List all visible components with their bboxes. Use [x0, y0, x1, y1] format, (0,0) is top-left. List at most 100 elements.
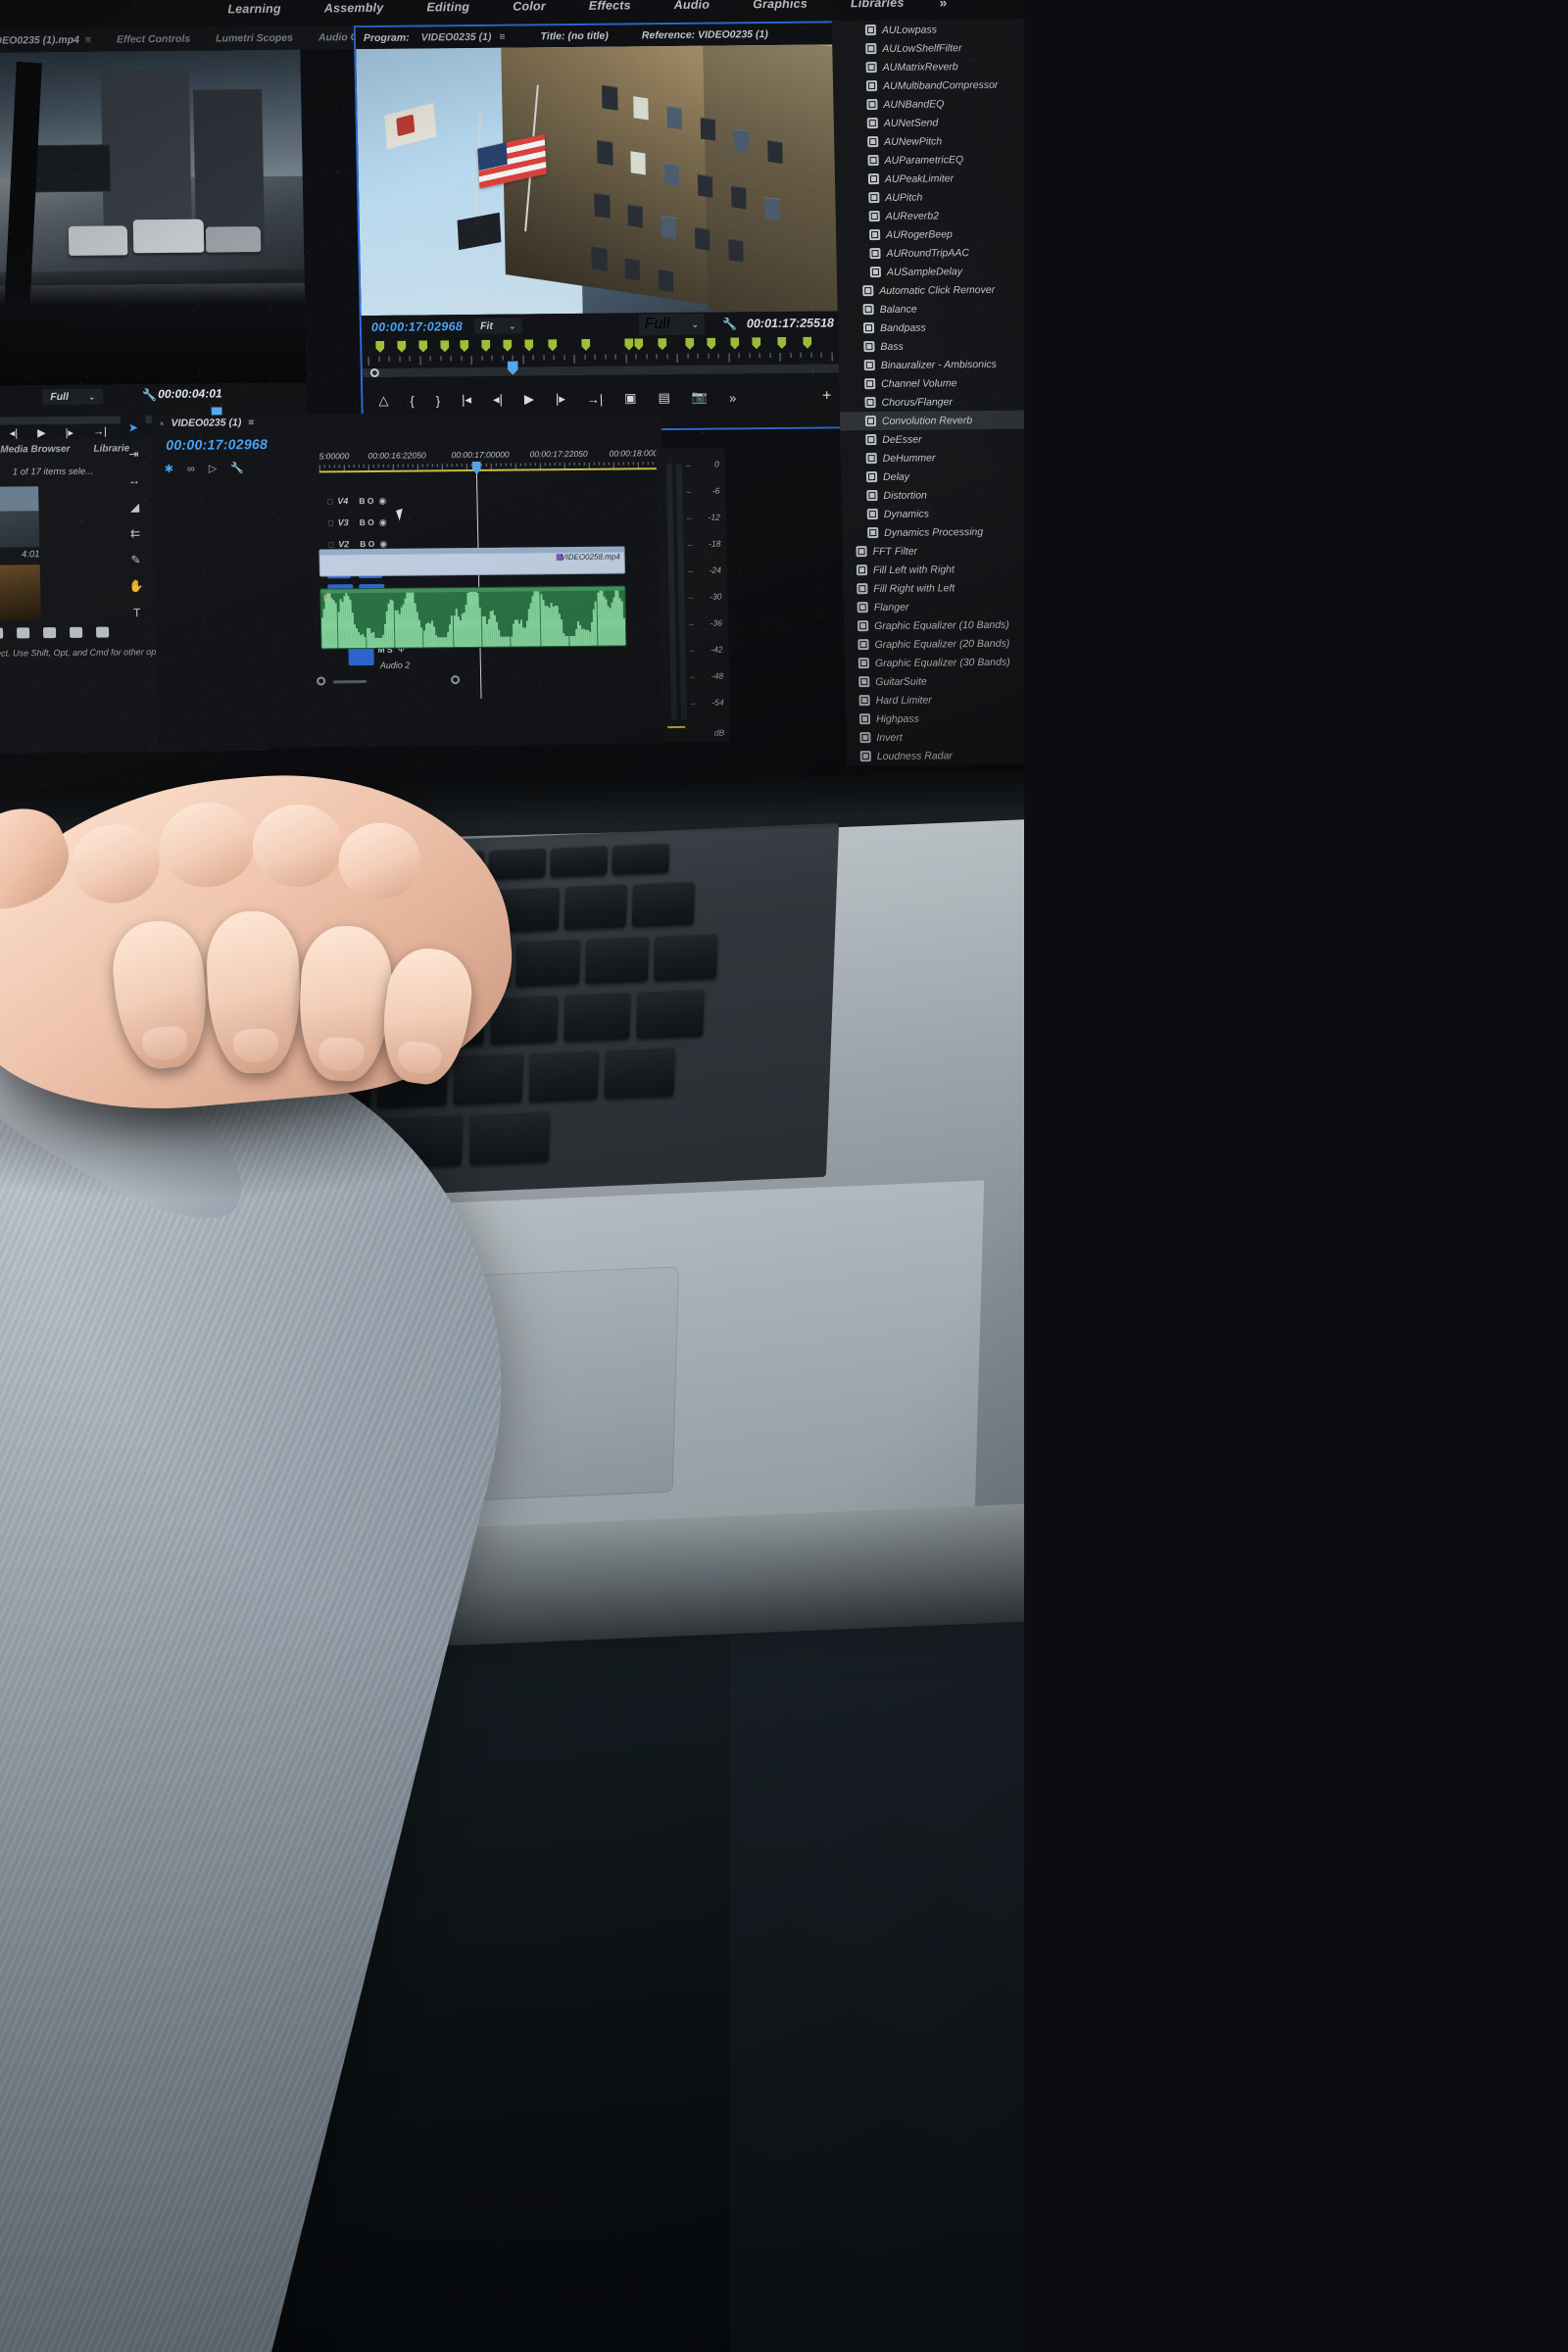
marker-icon[interactable] — [803, 337, 811, 349]
new-item-icon[interactable] — [69, 626, 83, 638]
button-editor-icon[interactable]: » — [729, 390, 737, 405]
effects-panel[interactable]: AULowpass AULowShelfFilter AUMatrixReverb A… — [831, 19, 1024, 766]
timeline-audio-clip[interactable] — [319, 585, 627, 650]
workspace-tab-graphics[interactable]: Graphics — [731, 0, 829, 11]
marker-icon[interactable] — [752, 337, 760, 349]
marker-icon[interactable]: ▷ — [209, 462, 218, 474]
timeline-zoom-bar[interactable] — [333, 680, 368, 684]
program-panel-menu-icon[interactable]: ≡ — [499, 31, 505, 43]
timeline-playhead-time[interactable]: 00:00:17:02968 — [166, 436, 268, 453]
effect-list-item[interactable]: Invert — [846, 726, 1024, 747]
workspace-overflow-icon[interactable]: » — [925, 0, 960, 11]
freeform-view-icon[interactable] — [0, 627, 4, 639]
timeline-panel[interactable]: × VIDEO0235 (1) ≡ 00:00:17:02968 ✱ ∞ ▷ 🔧… — [151, 411, 668, 750]
workspace-tab-editing[interactable]: Editing — [405, 0, 491, 15]
effect-list-item[interactable]: Flanger — [844, 596, 1024, 616]
program-quality-dropdown[interactable]: Full ⌄ — [638, 313, 706, 336]
effect-list-item[interactable]: Graphic Equalizer (10 Bands) — [844, 614, 1024, 635]
keyboard-key[interactable] — [653, 933, 718, 982]
effect-list-item[interactable]: Graphic Equalizer (30 Bands) — [845, 652, 1024, 672]
effect-list-item[interactable]: AURoundTripAAC — [836, 242, 1024, 263]
ripple-edit-tool[interactable]: ↔ — [122, 468, 147, 492]
step-forward-icon[interactable]: |▸ — [65, 426, 74, 439]
effect-list-item[interactable]: AUReverb2 — [836, 205, 1024, 225]
effect-list-item[interactable]: Dynamics Processing — [842, 521, 1024, 542]
effect-list-item[interactable]: Chorus/Flanger — [839, 391, 1024, 412]
effect-list-item[interactable]: Distortion — [841, 484, 1024, 505]
marker-icon[interactable] — [730, 337, 739, 349]
marker-icon[interactable] — [418, 340, 427, 352]
lift-icon[interactable]: ▣ — [624, 390, 637, 406]
track-toggles-v3[interactable]: B O — [360, 517, 374, 527]
program-fit-dropdown[interactable]: Fit ⌄ — [473, 318, 522, 334]
timeline-wrench-icon[interactable]: 🔧 — [230, 462, 244, 474]
marker-icon[interactable] — [460, 340, 468, 352]
effect-list-item[interactable]: Binauralizer - Ambisonics — [839, 354, 1024, 374]
effect-list-item[interactable]: AUSampleDelay — [837, 261, 1024, 281]
effect-list-item[interactable]: GuitarSuite — [845, 670, 1024, 691]
pen-tool[interactable]: ✎ — [122, 548, 148, 571]
marker-icon[interactable] — [397, 341, 406, 353]
project-thumbnail-2[interactable] — [0, 564, 41, 621]
plus-icon[interactable]: + — [822, 387, 832, 405]
timeline-zoom-handle-left[interactable] — [317, 676, 326, 686]
step-back-icon[interactable]: ◂| — [10, 426, 19, 439]
workspace-tab-libraries[interactable]: Libraries — [829, 0, 926, 10]
marker-icon[interactable] — [707, 338, 715, 350]
timeline-zoom-handle-right[interactable] — [451, 675, 461, 685]
lock-icon[interactable]: □ — [328, 518, 333, 527]
effect-list-item[interactable]: AUPitch — [835, 186, 1024, 207]
timeline-video-clip[interactable]: VIDEO0258.mp4 — [318, 546, 626, 577]
keyboard-key[interactable] — [631, 881, 695, 927]
keyboard-key[interactable] — [612, 843, 670, 875]
effect-list-item[interactable]: Graphic Equalizer (20 Bands) — [844, 633, 1024, 654]
effect-list-item[interactable]: Bass — [838, 335, 1024, 356]
marker-icon[interactable] — [777, 337, 786, 349]
effect-list-item[interactable]: AUNewPitch — [834, 130, 1024, 151]
track-toggles-v4[interactable]: B O — [359, 496, 373, 506]
workspace-tab-color[interactable]: Color — [491, 0, 567, 14]
effect-list-item[interactable]: Automatic Click Remover — [837, 279, 1024, 300]
marker-icon[interactable] — [503, 340, 512, 352]
panel-menu-icon[interactable]: ≡ — [85, 34, 91, 46]
keyboard-key[interactable] — [605, 1047, 675, 1100]
effect-list-item[interactable]: AULowShelfFilter — [832, 37, 1024, 58]
tab-lumetri-scopes[interactable]: Lumetri Scopes — [203, 32, 306, 45]
effect-list-item[interactable]: AUNetSend — [834, 112, 1024, 132]
effect-list-item[interactable]: DeHummer — [841, 447, 1024, 467]
audio-meters-panel[interactable]: 0 -6 -12 -18 -24 -30 -36 -42 -48 -54 dB — [656, 447, 731, 743]
effect-list-item[interactable]: Loudness Radar — [847, 745, 1024, 765]
timeline-tab[interactable]: × VIDEO0235 (1) ≡ — [160, 416, 255, 429]
workspace-tab-learning[interactable]: Learning — [206, 2, 303, 17]
effect-list-item[interactable]: Fill Right with Left — [843, 577, 1024, 598]
workspace-tab-effects[interactable]: Effects — [567, 0, 653, 13]
program-monitor[interactable]: Program: VIDEO0235 (1) ≡ Title: (no titl… — [353, 21, 849, 434]
keyboard-key[interactable] — [564, 884, 627, 930]
close-icon[interactable]: × — [160, 419, 165, 428]
go-to-in-icon[interactable]: |◂ — [462, 392, 471, 408]
razor-tool[interactable]: ◢ — [122, 495, 147, 518]
effect-list-item[interactable]: AUParametricEQ — [834, 149, 1024, 170]
marker-icon[interactable] — [685, 338, 694, 350]
marker-icon[interactable] — [440, 340, 449, 352]
slip-tool[interactable]: ⇇ — [122, 521, 148, 545]
source-monitor[interactable] — [0, 49, 308, 387]
workspace-tab-audio[interactable]: Audio — [653, 0, 732, 12]
marker-icon[interactable] — [624, 338, 633, 350]
marker-icon[interactable] — [524, 339, 533, 351]
effect-list-item[interactable]: Fill Left with Right — [843, 559, 1024, 579]
keyboard-key[interactable] — [488, 848, 547, 880]
marker-icon[interactable] — [375, 341, 384, 353]
mark-in-icon[interactable]: { — [410, 393, 415, 408]
play-icon[interactable]: ▶ — [37, 426, 46, 439]
program-in-marker[interactable] — [369, 368, 379, 377]
timeline-panel-menu-icon[interactable]: ≡ — [248, 417, 254, 428]
effect-list-item[interactable]: Hard Limiter — [845, 689, 1024, 710]
type-tool[interactable]: T — [123, 601, 149, 624]
new-bin-icon[interactable] — [42, 627, 57, 639]
go-to-out-icon[interactable]: →| — [587, 391, 604, 406]
track-select-tool[interactable]: ⇥ — [121, 442, 146, 466]
search-icon[interactable] — [16, 627, 30, 639]
effect-list-item[interactable]: Balance — [837, 298, 1024, 318]
play-icon[interactable]: ▶ — [524, 391, 534, 407]
